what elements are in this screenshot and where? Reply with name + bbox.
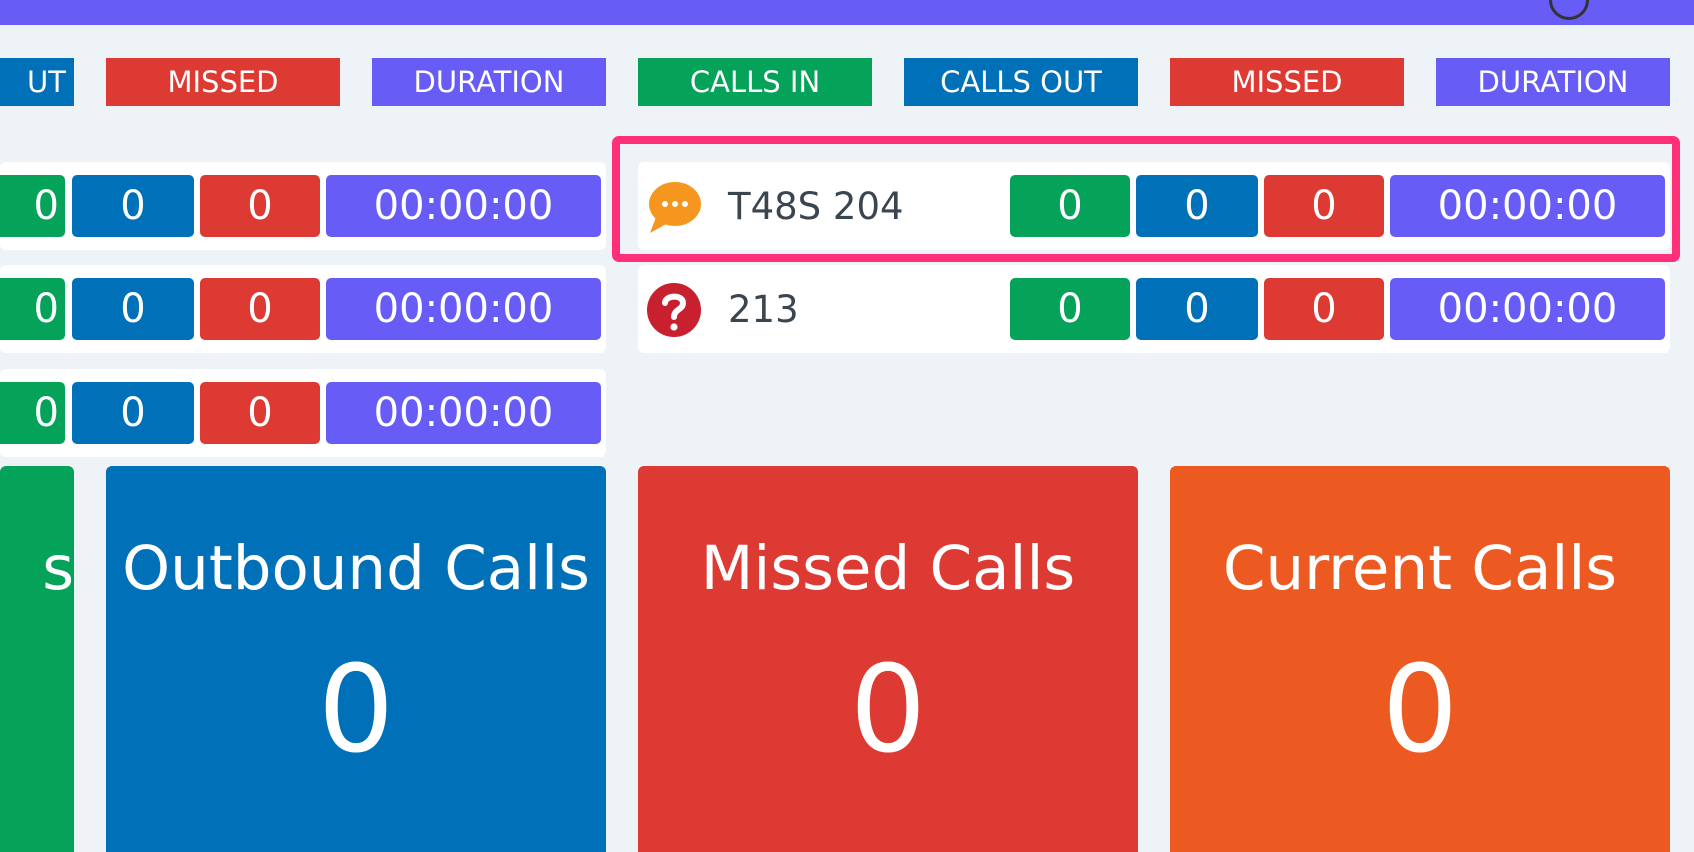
header-missed: MISSED bbox=[1170, 58, 1404, 106]
calls-out-count: 0 bbox=[72, 278, 194, 340]
question-icon bbox=[647, 283, 701, 337]
extension-row[interactable]: 0 0 0 00:00:00 bbox=[0, 162, 606, 250]
duration-value: 00:00:00 bbox=[326, 278, 601, 340]
calls-in-count: 0 bbox=[0, 382, 65, 444]
inbound-calls-tile[interactable]: s bbox=[0, 466, 74, 852]
missed-count: 0 bbox=[200, 382, 320, 444]
extension-name: 213 bbox=[728, 288, 799, 331]
missed-count: 0 bbox=[200, 175, 320, 237]
missed-calls-tile[interactable]: Missed Calls 0 bbox=[638, 466, 1138, 852]
outbound-calls-tile[interactable]: Outbound Calls 0 bbox=[106, 466, 606, 852]
current-calls-tile[interactable]: Current Calls 0 bbox=[1170, 466, 1670, 852]
calls-in-count: 0 bbox=[0, 278, 65, 340]
tile-value: 0 bbox=[849, 641, 927, 780]
extension-row-213[interactable]: 213 0 0 0 00:00:00 bbox=[638, 265, 1670, 353]
header-duration-left: DURATION bbox=[372, 58, 606, 106]
missed-count: 0 bbox=[200, 278, 320, 340]
duration-value: 00:00:00 bbox=[1390, 278, 1665, 340]
tile-title: Current Calls bbox=[1222, 533, 1618, 604]
extension-row[interactable]: 0 0 0 00:00:00 bbox=[0, 369, 606, 457]
duration-value: 00:00:00 bbox=[326, 382, 601, 444]
tile-value: 0 bbox=[1381, 641, 1459, 780]
header-calls-out-left: UT bbox=[0, 58, 74, 106]
calls-in-count: 0 bbox=[1010, 278, 1130, 340]
user-avatar[interactable] bbox=[1549, 0, 1589, 20]
calls-out-count: 0 bbox=[72, 382, 194, 444]
top-navigation-bar bbox=[0, 0, 1694, 25]
calls-out-count: 0 bbox=[1136, 278, 1258, 340]
header-calls-out: CALLS OUT bbox=[904, 58, 1138, 106]
header-calls-in: CALLS IN bbox=[638, 58, 872, 106]
duration-value: 00:00:00 bbox=[326, 175, 601, 237]
tile-title: s bbox=[42, 533, 74, 604]
tile-title: Missed Calls bbox=[700, 533, 1076, 604]
calls-in-count: 0 bbox=[0, 175, 65, 237]
header-missed-left: MISSED bbox=[106, 58, 340, 106]
missed-count: 0 bbox=[1264, 278, 1384, 340]
highlight-box bbox=[612, 136, 1680, 262]
tile-value: 0 bbox=[317, 641, 395, 780]
extension-row[interactable]: 0 0 0 00:00:00 bbox=[0, 265, 606, 353]
tile-title: Outbound Calls bbox=[122, 533, 590, 604]
calls-out-count: 0 bbox=[72, 175, 194, 237]
header-duration: DURATION bbox=[1436, 58, 1670, 106]
